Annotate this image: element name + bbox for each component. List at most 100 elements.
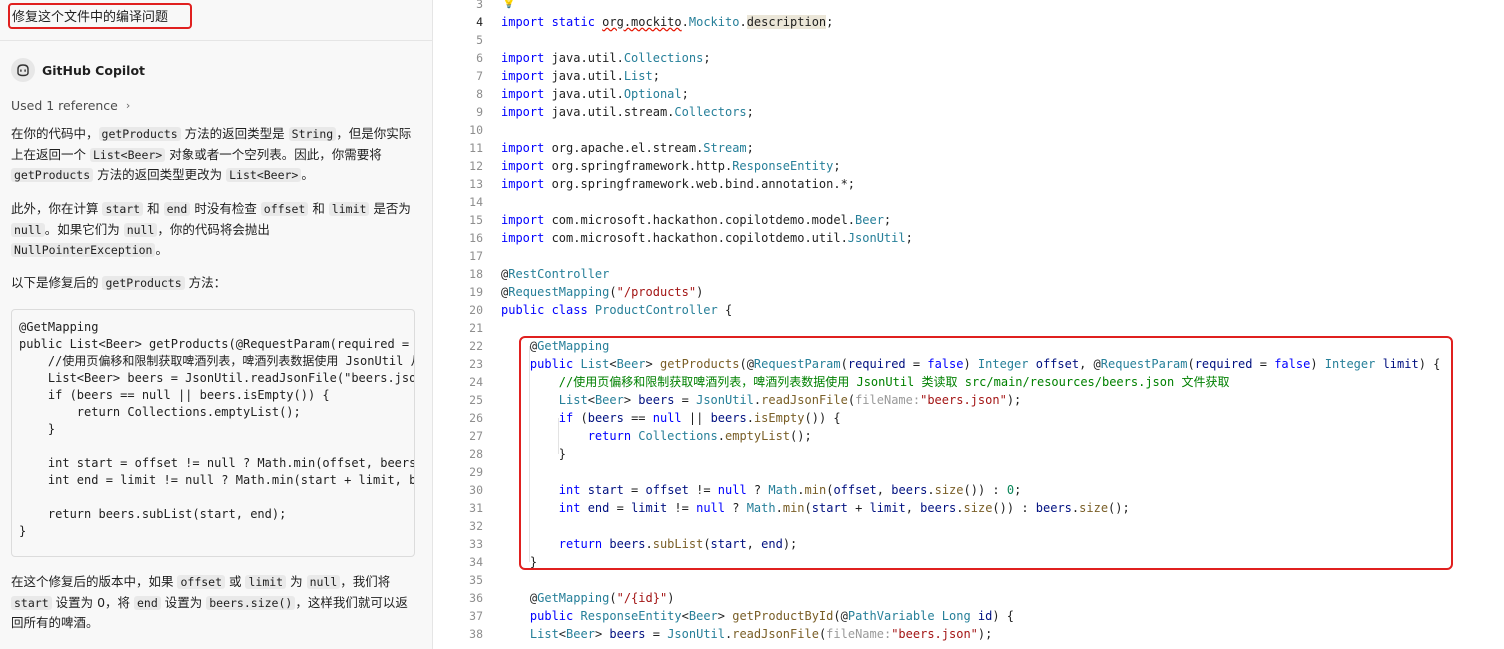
- code-line[interactable]: import com.microsoft.hackathon.copilotde…: [501, 229, 913, 247]
- line-number: 20: [469, 303, 483, 317]
- paragraph-text: 和: [143, 201, 164, 216]
- code-line[interactable]: import java.util.Optional;: [501, 85, 689, 103]
- code-token: ;: [681, 87, 689, 101]
- code-token: {: [717, 303, 733, 317]
- inline-code: null: [123, 222, 158, 237]
- code-token: JsonUtil: [847, 231, 906, 245]
- code-token: ;: [883, 213, 892, 227]
- code-token: public class: [501, 303, 595, 317]
- code-line[interactable]: import org.apache.el.stream.Stream;: [501, 139, 754, 157]
- code-line[interactable]: List<Beer> beers = JsonUtil.readJsonFile…: [501, 625, 992, 643]
- annotation-box-method: [519, 336, 1453, 570]
- code-token: import: [501, 231, 552, 245]
- inline-code: beers.size(): [206, 595, 296, 610]
- code-line[interactable]: @GetMapping("/{id}"): [501, 589, 675, 607]
- inline-code: start: [11, 595, 52, 610]
- code-line[interactable]: @RestController: [501, 265, 609, 283]
- annotation-box-prompt: [8, 3, 192, 29]
- line-number: 19: [469, 285, 483, 299]
- code-token: import: [501, 87, 552, 101]
- code-token: >: [594, 627, 610, 641]
- line-number: 4: [476, 15, 483, 29]
- code-line[interactable]: import java.util.stream.Collectors;: [501, 103, 754, 121]
- line-number: 11: [469, 141, 483, 155]
- paragraph-text: 此外，你在计算: [11, 201, 103, 216]
- inline-code: NullPointerException: [11, 243, 156, 257]
- line-number: 37: [469, 609, 483, 623]
- code-token: =: [645, 627, 668, 641]
- inline-code: String: [288, 127, 337, 141]
- code-token: java.util.stream.: [551, 105, 675, 119]
- code-editor[interactable]: 3 4 5 6 7 8 9 10 11 12 13 14 15 16 17 18 19 20 21 22 23 24 25 2…: [433, 0, 1504, 649]
- line-number: 9: [476, 105, 483, 119]
- line-number: 33: [469, 537, 483, 551]
- code-token: <: [681, 609, 689, 623]
- code-token: Collectors: [674, 105, 747, 119]
- suggested-code-block[interactable]: @GetMapping public List<Beer> getProduct…: [11, 309, 415, 557]
- inline-code: limit: [328, 202, 370, 216]
- code-line[interactable]: import com.microsoft.hackathon.copilotde…: [501, 211, 891, 229]
- code-line[interactable]: import java.util.Collections;: [501, 49, 711, 67]
- code-token: readJsonFile: [732, 627, 819, 641]
- code-line[interactable]: @RequestMapping("/products"): [501, 283, 703, 301]
- code-token: List: [501, 627, 559, 641]
- response-paragraph-3: 以下是修复后的 getProducts 方法：: [11, 273, 419, 294]
- inline-code: getProducts: [98, 127, 181, 141]
- code-token: ;: [826, 15, 834, 29]
- code-line[interactable]: public class ProductController {: [501, 301, 732, 319]
- code-token: Long: [941, 609, 978, 623]
- references-toggle[interactable]: Used 1 reference ›: [11, 98, 130, 113]
- inline-code: null: [306, 575, 341, 589]
- line-number: 12: [469, 159, 483, 173]
- line-number: 22: [469, 339, 483, 353]
- line-number-gutter: 3 4 5 6 7 8 9 10 11 12 13 14 15 16 17 18 19 20 21 22 23 24 25 2…: [433, 0, 483, 649]
- line-number: 16: [469, 231, 483, 245]
- paragraph-text: 。: [155, 242, 168, 257]
- code-token: ): [696, 285, 704, 299]
- line-number: 6: [476, 51, 483, 65]
- code-token: import static: [501, 15, 603, 29]
- copilot-chat-panel: 修复这个文件中的编译问题 GitHub Copilot Used 1 refer…: [0, 0, 433, 649]
- line-number: 25: [469, 393, 483, 407]
- line-number: 32: [469, 519, 483, 533]
- line-number: 36: [469, 591, 483, 605]
- references-label: Used 1 reference: [11, 98, 118, 113]
- code-token: Beer: [855, 213, 884, 227]
- line-number: 34: [469, 555, 483, 569]
- assistant-header: GitHub Copilot: [11, 58, 145, 82]
- code-token: .: [681, 15, 689, 29]
- line-number: 27: [469, 429, 483, 443]
- line-number: 17: [469, 249, 483, 263]
- paragraph-text: 和: [308, 201, 329, 216]
- chevron-right-icon: ›: [125, 99, 131, 112]
- code-line[interactable]: import java.util.List;: [501, 67, 660, 85]
- code-token: getProductById: [732, 609, 834, 623]
- code-token: >: [717, 609, 733, 623]
- line-number: 35: [469, 573, 483, 587]
- code-line[interactable]: import static org.mockito.Mockito.descri…: [501, 13, 833, 31]
- paragraph-text: 在这个修复后的版本中，如果: [11, 574, 178, 589]
- line-number: 28: [469, 447, 483, 461]
- code-token: List: [623, 69, 653, 83]
- inline-code: start: [102, 202, 144, 216]
- inline-code: List<Beer>: [89, 147, 166, 162]
- code-line[interactable]: import org.springframework.web.bind.anno…: [501, 175, 855, 193]
- user-prompt-bar: 修复这个文件中的编译问题: [0, 0, 432, 41]
- paragraph-text: 或: [225, 574, 246, 589]
- response-paragraph-1: 在你的代码中， getProducts 方法的返回类型是 String ，但是你实际…: [11, 124, 419, 186]
- lightbulb-icon[interactable]: 💡: [502, 0, 516, 9]
- code-token: import: [501, 141, 552, 155]
- line-number: 14: [469, 195, 483, 209]
- line-number: 8: [476, 87, 483, 101]
- paragraph-text: 时没有检查: [190, 201, 261, 216]
- code-token: Collections: [623, 51, 704, 65]
- line-number: 18: [469, 267, 483, 281]
- code-line[interactable]: public ResponseEntity<Beer> getProductBy…: [501, 607, 1014, 625]
- code-token: ProductController: [594, 303, 718, 317]
- line-number: 24: [469, 375, 483, 389]
- code-token: Stream: [703, 141, 747, 155]
- code-line[interactable]: import org.springframework.http.Response…: [501, 157, 841, 175]
- paragraph-text: 方法：: [184, 275, 227, 290]
- code-token: RestController: [508, 267, 610, 281]
- code-token: "/products": [616, 285, 697, 299]
